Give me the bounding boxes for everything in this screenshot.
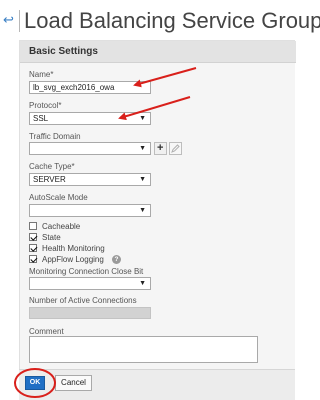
footer-bar: OK Cancel [19, 369, 295, 400]
protocol-value: SSL [33, 114, 49, 123]
protocol-select[interactable]: SSL ▼ [29, 112, 151, 125]
active-connections-label: Number of Active Connections [29, 296, 137, 305]
basic-settings-panel: Basic Settings Name* lb_svg_exch2016_owa… [19, 40, 296, 400]
cancel-button[interactable]: Cancel [55, 375, 92, 391]
cache-type-value: SERVER [33, 175, 66, 184]
name-label: Name* [29, 70, 54, 79]
comment-textarea[interactable] [29, 336, 258, 363]
autoscale-label: AutoScale Mode [29, 193, 88, 202]
cacheable-label: Cacheable [42, 222, 81, 231]
ok-button[interactable]: OK [25, 376, 45, 390]
chevron-down-icon: ▼ [139, 176, 146, 183]
health-monitoring-label: Health Monitoring [42, 244, 105, 253]
autoscale-select[interactable]: ▼ [29, 204, 151, 217]
pencil-icon [171, 144, 180, 153]
chevron-down-icon: ▼ [139, 280, 146, 287]
cache-type-label: Cache Type* [29, 162, 75, 171]
help-icon[interactable]: ? [112, 255, 121, 264]
active-connections-field [29, 307, 151, 319]
chevron-down-icon: ▼ [139, 145, 146, 152]
state-checkbox[interactable] [29, 233, 37, 241]
edit-traffic-domain-button[interactable] [169, 142, 182, 155]
cacheable-checkbox[interactable] [29, 222, 37, 230]
traffic-domain-label: Traffic Domain [29, 132, 81, 141]
protocol-label: Protocol* [29, 101, 62, 110]
monitoring-close-bit-select[interactable]: ▼ [29, 277, 151, 290]
state-label: State [42, 233, 61, 242]
panel-header: Basic Settings [20, 41, 296, 63]
back-arrow-icon[interactable]: ↩ [3, 13, 14, 27]
traffic-domain-select[interactable]: ▼ [29, 142, 151, 155]
name-field[interactable]: lb_svg_exch2016_owa [29, 81, 151, 94]
title-divider [19, 10, 20, 32]
page-title: Load Balancing Service Group [24, 8, 320, 33]
add-traffic-domain-button[interactable]: + [154, 142, 167, 155]
panel-title: Basic Settings [29, 46, 98, 57]
cache-type-select[interactable]: SERVER ▼ [29, 173, 151, 186]
health-monitoring-checkbox[interactable] [29, 244, 37, 252]
chevron-down-icon: ▼ [139, 207, 146, 214]
name-value: lb_svg_exch2016_owa [33, 83, 115, 92]
appflow-logging-checkbox[interactable] [29, 255, 37, 263]
chevron-down-icon: ▼ [139, 115, 146, 122]
appflow-logging-label: AppFlow Logging [42, 255, 104, 264]
add-icon: + [157, 142, 164, 154]
monitoring-close-bit-label: Monitoring Connection Close Bit [29, 267, 144, 276]
